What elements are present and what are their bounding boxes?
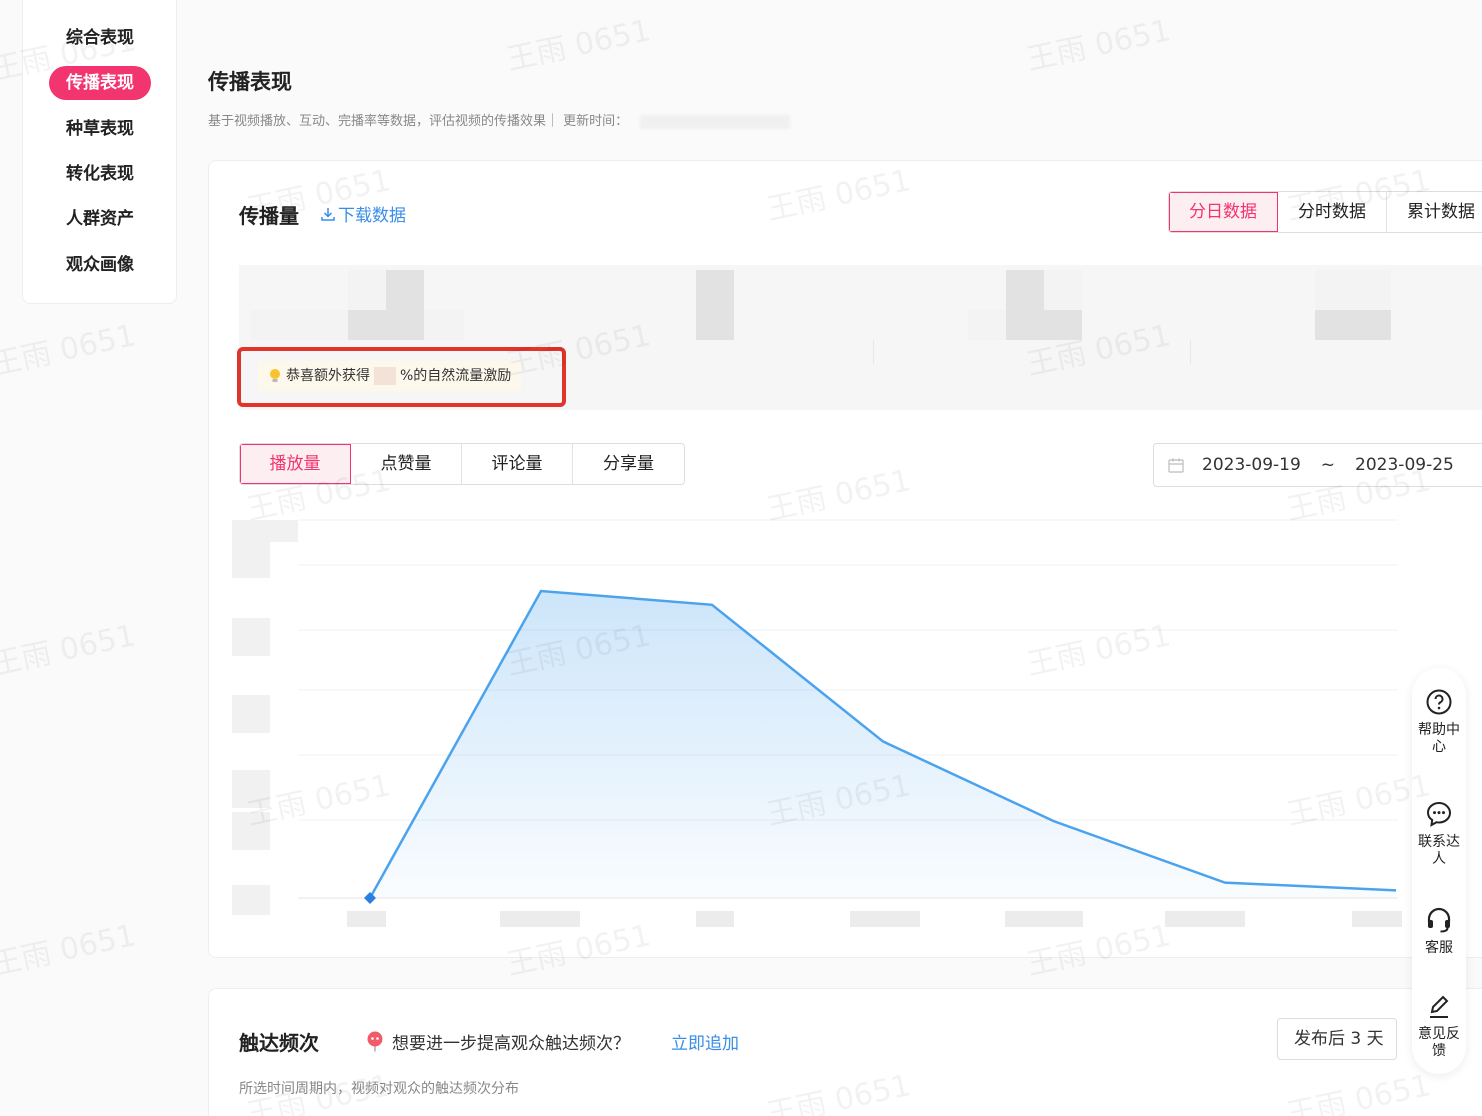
frequency-title: 触达频次 — [239, 1031, 319, 1055]
x-axis-labels-masked — [347, 911, 1402, 927]
frequency-subtitle: 所选时间周期内，视频对观众的触达频次分布 — [239, 1081, 519, 1097]
y-tick-label-masked — [232, 695, 270, 733]
x-tick-label-masked — [696, 911, 734, 927]
add-now-link[interactable]: 立即追加 — [671, 1029, 739, 1054]
tool-label-contact: 联系达人 — [1418, 834, 1460, 867]
chart-area-fill — [370, 591, 1396, 898]
x-tick-label-masked — [1352, 911, 1402, 927]
y-tick-label-masked — [232, 812, 270, 850]
x-tick-label-masked — [347, 911, 386, 927]
y-tick-label-masked — [232, 618, 270, 656]
chart-series-plays — [364, 589, 1397, 904]
y-axis-labels-masked — [232, 520, 298, 915]
tool-feedback[interactable]: 意见反馈 — [1412, 994, 1466, 1060]
y-tick-label-masked — [232, 885, 270, 915]
floating-toolbar: 帮助中心 联系达人 客服 意见反馈 — [1412, 668, 1466, 1074]
x-tick-label-masked — [500, 911, 580, 927]
frequency-prompt: 想要进一步提高观众触达频次？ — [366, 1029, 630, 1054]
help-icon — [1426, 689, 1452, 715]
headset-icon — [1427, 907, 1451, 933]
frequency-question: 想要进一步提高观众触达频次？ — [392, 1034, 630, 1054]
balloon-icon — [367, 1031, 383, 1051]
period-select[interactable]: 发布后 3 天 — [1277, 1018, 1397, 1060]
tool-customer-service[interactable]: 客服 — [1412, 906, 1466, 957]
y-tick-label-masked — [232, 770, 270, 808]
tool-label-help: 帮助中心 — [1418, 722, 1460, 755]
tool-label-service: 客服 — [1425, 940, 1453, 956]
pen-icon — [1430, 995, 1449, 1018]
page: 综合表现 传播表现 种草表现 转化表现 人群资产 观众画像 传播表现 基于视频播… — [0, 0, 1482, 1116]
chat-icon — [1426, 801, 1452, 827]
tool-label-feedback: 意见反馈 — [1418, 1026, 1460, 1059]
y-tick-label-masked — [232, 542, 270, 578]
y-tick-label-masked — [232, 520, 298, 542]
x-tick-label-masked — [1005, 911, 1083, 927]
x-tick-label-masked — [1165, 911, 1245, 927]
x-tick-label-masked — [850, 911, 920, 927]
tool-help-center[interactable]: 帮助中心 — [1412, 688, 1466, 756]
tool-contact-creator[interactable]: 联系达人 — [1412, 800, 1466, 868]
plays-area-chart — [232, 519, 1402, 927]
